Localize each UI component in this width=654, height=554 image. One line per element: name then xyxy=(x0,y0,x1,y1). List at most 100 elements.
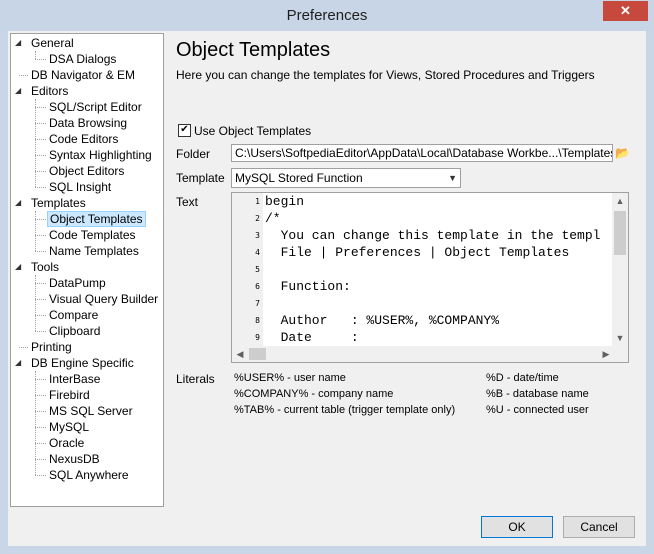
line-number: 8 xyxy=(255,316,260,325)
tree-item[interactable]: Editors xyxy=(29,83,70,99)
scroll-down-icon[interactable]: ▼ xyxy=(612,330,628,346)
horizontal-scrollbar[interactable]: ◀ ▶ xyxy=(232,346,614,362)
tree-connector xyxy=(35,283,46,284)
tree-item[interactable]: MySQL xyxy=(47,419,91,435)
tree-connector xyxy=(35,235,46,236)
tree-item[interactable]: SQL Anywhere xyxy=(47,467,131,483)
literal-item: %TAB% - current table (trigger template … xyxy=(234,404,456,416)
tree-item[interactable]: SQL/Script Editor xyxy=(47,99,144,115)
literal-item: %U - connected user xyxy=(486,404,589,416)
preferences-tree[interactable]: General ◢ DSA Dialogs DB Navigator & EM Edit… xyxy=(10,33,164,507)
expand-arrow-icon[interactable]: ◢ xyxy=(15,359,23,367)
horizontal-scroll-thumb[interactable] xyxy=(249,348,266,360)
tree-connector xyxy=(35,411,46,412)
literals-label: Literals xyxy=(176,372,215,386)
tree-item-label: Firebird xyxy=(49,388,90,402)
cancel-button[interactable]: Cancel xyxy=(563,516,635,538)
folder-path-field[interactable]: C:\Users\SoftpediaEditor\AppData\Local\D… xyxy=(231,144,613,162)
tree-item[interactable]: Data Browsing xyxy=(47,115,129,131)
code-line: Author : %USER%, %COMPANY% xyxy=(265,313,500,328)
scroll-up-icon[interactable]: ▲ xyxy=(612,193,628,209)
template-select[interactable]: MySQL Stored Function ▼ xyxy=(231,168,461,188)
tree-item-label: DB Engine Specific xyxy=(31,356,134,370)
tree-item[interactable]: Name Templates xyxy=(47,243,141,259)
expand-arrow-icon[interactable]: ◢ xyxy=(15,39,23,47)
tree-item[interactable]: InterBase xyxy=(47,371,102,387)
tree-item-label: InterBase xyxy=(49,372,101,386)
ok-button[interactable]: OK xyxy=(481,516,553,538)
title-bar: Preferences ✕ xyxy=(0,0,654,31)
tree-item[interactable]: Printing xyxy=(29,339,74,355)
tree-item-label: MySQL xyxy=(49,420,90,434)
tree-item-label: Code Editors xyxy=(49,132,119,146)
tree-connector xyxy=(35,299,46,300)
tree-connector xyxy=(35,371,36,475)
tree-connector xyxy=(35,219,46,220)
tree-connector xyxy=(35,51,36,59)
tree-item[interactable]: Code Templates xyxy=(47,227,138,243)
tree-item[interactable]: Firebird xyxy=(47,387,92,403)
expand-arrow-icon[interactable]: ◢ xyxy=(15,199,23,207)
tree-item-label: Visual Query Builder xyxy=(49,292,159,306)
line-number: 9 xyxy=(255,333,260,342)
literal-item: %D - date/time xyxy=(486,372,559,384)
scroll-left-icon[interactable]: ◀ xyxy=(232,346,248,362)
page-title: Object Templates xyxy=(176,39,331,61)
tree-item[interactable]: Object Editors xyxy=(47,163,126,179)
tree-item[interactable]: Object Templates xyxy=(47,211,146,227)
tree-item-label: Data Browsing xyxy=(49,116,128,130)
tree-item-label: DSA Dialogs xyxy=(49,52,117,66)
use-object-templates-label[interactable]: Use Object Templates xyxy=(194,124,311,138)
tree-item-label: Object Editors xyxy=(49,164,125,178)
tree-item[interactable]: DSA Dialogs xyxy=(47,51,118,67)
tree-item[interactable]: SQL Insight xyxy=(47,179,113,195)
vertical-scroll-thumb[interactable] xyxy=(614,211,626,255)
close-icon: ✕ xyxy=(620,3,631,18)
code-line: Function: xyxy=(265,279,351,294)
tree-item-label: Object Templates xyxy=(47,211,146,227)
tree-item[interactable]: Oracle xyxy=(47,435,86,451)
tree-item[interactable]: Templates xyxy=(29,195,88,211)
line-number: 2 xyxy=(255,214,260,223)
tree-item[interactable]: Tools xyxy=(29,259,61,275)
code-area[interactable]: begin /* You can change this template in … xyxy=(265,193,609,346)
tree-connector xyxy=(35,475,46,476)
expand-arrow-icon[interactable]: ◢ xyxy=(15,87,23,95)
tree-item[interactable]: Code Editors xyxy=(47,131,120,147)
expand-arrow-icon[interactable]: ◢ xyxy=(15,263,23,271)
line-number: 1 xyxy=(255,197,260,206)
tree-item-label: Clipboard xyxy=(49,324,101,338)
tree-item-label: DB Navigator & EM xyxy=(31,68,136,82)
tree-connector xyxy=(35,99,36,187)
tree-item-label: Name Templates xyxy=(49,244,139,258)
code-line: File | Preferences | Object Templates xyxy=(265,245,570,260)
use-object-templates-checkbox[interactable]: ✔ xyxy=(178,124,191,137)
vertical-scrollbar[interactable]: ▲ ▼ xyxy=(612,193,628,346)
literal-item: %B - database name xyxy=(486,388,589,400)
tree-item[interactable]: DB Navigator & EM xyxy=(29,67,137,83)
tree-connector xyxy=(35,107,46,108)
tree-item[interactable]: DB Engine Specific xyxy=(29,355,136,371)
code-line: You can change this template in the temp… xyxy=(265,228,601,243)
tree-connector xyxy=(35,315,46,316)
tree-item[interactable]: Syntax Highlighting xyxy=(47,147,154,163)
tree-connector xyxy=(35,395,46,396)
tree-item[interactable]: Compare xyxy=(47,307,100,323)
tree-item-label: Oracle xyxy=(49,436,85,450)
tree-item[interactable]: Visual Query Builder xyxy=(47,291,160,307)
tree-item[interactable]: MS SQL Server xyxy=(47,403,135,419)
tree-item[interactable]: General xyxy=(29,35,76,51)
tree-connector xyxy=(35,379,46,380)
scroll-corner xyxy=(612,346,628,362)
tree-item-label: General xyxy=(31,36,74,50)
tree-item[interactable]: NexusDB xyxy=(47,451,102,467)
tree-item[interactable]: DataPump xyxy=(47,275,108,291)
tree-item-label: Tools xyxy=(31,260,60,274)
browse-folder-button[interactable]: 📂 xyxy=(614,144,631,162)
tree-item[interactable]: Clipboard xyxy=(47,323,102,339)
close-button[interactable]: ✕ xyxy=(603,1,648,21)
tree-connector xyxy=(35,155,46,156)
text-label: Text xyxy=(176,195,199,209)
template-text-editor[interactable]: 1 2 3 4 5 6 7 8 9 begin /* You can change this te… xyxy=(231,192,629,363)
folder-open-icon: 📂 xyxy=(615,146,630,160)
